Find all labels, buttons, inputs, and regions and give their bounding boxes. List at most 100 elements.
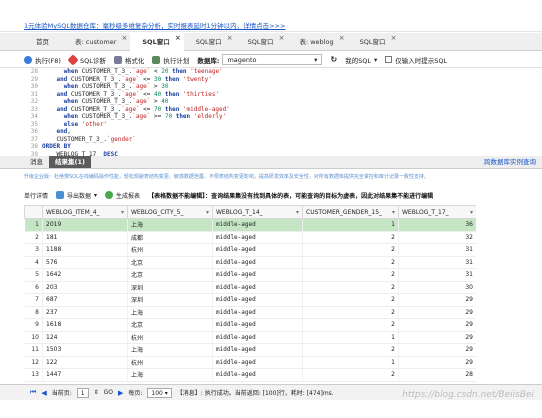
tab-2[interactable]: SQL窗口 × [130,33,184,51]
table-row[interactable]: 1 2019 上海 middle-aged 1 36 [24,218,476,232]
table-cell: 36 [398,218,476,232]
prev-page-icon[interactable]: ◀ [41,389,46,397]
table-cell: 1503 [42,343,128,357]
column-header[interactable]: WEBLOG_T_14_ ▾ [212,205,303,219]
first-page-icon[interactable]: ⏮ [30,388,36,397]
table-row[interactable]: 6 203 深圳 middle-aged 2 30 [24,281,476,294]
table-cell: 2 [302,343,399,357]
sql-diagnose-button[interactable]: SQL诊断 [67,53,106,66]
current-page-input[interactable]: 1 [76,387,89,398]
table-cell: 1 [302,331,399,344]
table-cell: 1 [302,356,399,369]
code-token: and [56,75,68,83]
column-header[interactable]: CUSTOMER_GENDER_15_ ▾ [302,205,399,219]
tab-label: SQL窗口 [247,38,274,46]
table-cell: middle-aged [212,343,303,357]
column-header[interactable]: WEBLOG_ITEM_4_ ▾ [42,205,128,219]
refresh-button[interactable]: ↻ [330,55,337,64]
table-row[interactable]: 4 576 北京 middle-aged 2 31 [24,256,476,269]
chevron-down-icon[interactable]: ▾ [296,209,299,216]
tab-3[interactable]: SQL窗口 × [184,33,236,51]
tab-6[interactable]: SQL窗口 × [348,33,400,51]
code-token: <= [139,75,154,83]
code-token: `gender` [107,135,136,143]
line-number: 28 [30,68,38,75]
my-sql-dropdown[interactable]: 我的SQL ▾ [345,55,377,65]
table-row[interactable]: 5 1642 北京 middle-aged 2 31 [24,268,476,282]
chevron-down-icon[interactable]: ▾ [206,209,209,216]
execute-button[interactable]: 执行(F8) [24,55,61,65]
close-icon[interactable]: × [175,29,181,47]
row-number: 6 [24,281,43,294]
per-page-select[interactable]: 100 ▾ [147,387,172,398]
table-cell: 2 [302,293,399,307]
next-page-icon[interactable]: ▶ [118,389,123,397]
row-number: 1 [24,218,43,232]
table-cell: 1447 [42,368,128,382]
table-row[interactable]: 2 181 成都 middle-aged 2 32 [24,231,476,244]
line-number: 37 [30,135,38,143]
single-row-detail-button[interactable]: 单行详情 [24,191,48,200]
table-row[interactable]: 12 122 杭州 middle-aged 1 29 [24,356,476,369]
close-icon[interactable]: × [339,29,345,47]
code-token: then [164,75,180,83]
cross-instance-query-link[interactable]: 跨数据库实例查询 [484,156,536,169]
tab-4[interactable]: SQL窗口 × [236,33,288,51]
table-cell: middle-aged [212,256,303,269]
diagnose-icon [67,53,79,66]
sql-editor[interactable]: 28 when CUSTOMER_T_3_. `age` < 20 then 't… [24,68,542,158]
table-row[interactable]: 8 237 上海 middle-aged 2 29 [24,306,476,319]
promo-link[interactable]: 1元体验MySQL数据仓库：毫秒级多维复杂分析，实时报表延时1分钟以内，详情点击… [24,20,285,30]
my-sql-label: 我的SQL [345,56,372,65]
column-header[interactable]: WEBLOG_CITY_5_ ▾ [127,205,213,219]
table-row[interactable]: 9 1618 北京 middle-aged 2 29 [24,318,476,332]
table-cell: middle-aged [212,331,303,344]
table-cell: 29 [398,331,476,344]
close-icon[interactable]: × [122,29,128,47]
table-row[interactable]: 10 124 杭州 middle-aged 1 29 [24,331,476,344]
report-label: 生成报表 [116,192,141,200]
code-line: 37 CUSTOMER_T_3_. `gender` [24,136,542,144]
stepper-icon[interactable]: ⇕ [94,389,99,396]
close-icon[interactable]: × [391,29,397,47]
go-button[interactable]: GO [104,389,113,396]
tab-result-set[interactable]: 结果集(1) [49,156,91,168]
upgrade-tip[interactable]: 升级企业版：杜绝慢SQL在线编码操作性能，轻松规避表结构变更、敏感数据泄露、不便… [24,172,542,183]
code-token: 'other' [78,120,108,128]
chevron-down-icon[interactable]: ▾ [470,209,473,216]
format-button[interactable]: 格式化 [113,55,145,65]
export-data-button[interactable]: 导出数据 ▾ [56,191,97,200]
table-cell: 北京 [127,268,213,282]
generate-report-button[interactable]: 生成报表 [105,191,140,200]
table-cell: 杭州 [127,331,213,344]
close-icon[interactable]: × [279,29,285,47]
tab-0[interactable]: 首页 [24,33,63,51]
code-token: and [56,90,68,98]
database-select[interactable]: magento ▾ [222,54,323,65]
tab-messages[interactable]: 消息 [24,156,49,168]
chevron-down-icon[interactable]: ▾ [121,209,124,216]
close-icon[interactable]: × [227,29,233,47]
table-row[interactable]: 7 687 深圳 middle-aged 2 29 [24,293,476,307]
format-label: 格式化 [124,56,145,65]
table-cell: 2 [302,318,399,332]
table-cell: 181 [42,231,128,244]
code-token: <= [139,105,154,113]
row-number: 11 [24,343,43,357]
tab-1[interactable]: 表: customer × [63,33,130,51]
line-number: 32 [30,98,38,105]
tab-5[interactable]: 表: weblog × [287,33,347,51]
only-prompt-toggle[interactable]: 仅输入时提示SQL [385,55,447,65]
table-row[interactable]: 3 1188 杭州 middle-aged 2 31 [24,243,476,257]
explain-plan-button[interactable]: 执行计划 [152,55,189,65]
chevron-down-icon[interactable]: ▾ [392,209,395,216]
table-row[interactable]: 11 1503 上海 middle-aged 2 29 [24,343,476,357]
table-row[interactable]: 13 1447 上海 middle-aged 2 28 [24,368,476,382]
table-cell: 31 [398,243,476,257]
checkbox[interactable] [385,56,393,63]
table-cell: 576 [42,256,128,269]
column-header[interactable]: WEBLOG_T_17_ ▾ [398,205,476,219]
table-cell: 杭州 [127,356,213,369]
